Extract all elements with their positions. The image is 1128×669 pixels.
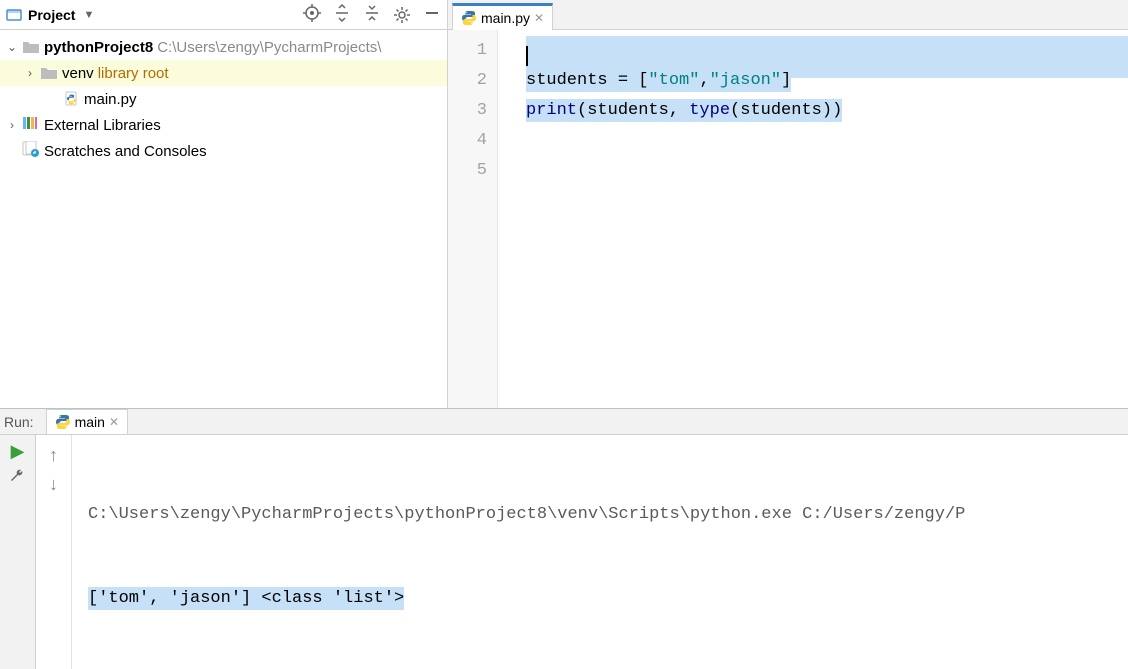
python-file-icon xyxy=(64,91,80,107)
venv-note: library root xyxy=(98,65,169,82)
python-file-icon xyxy=(55,414,71,430)
console-result: ['tom', 'jason'] <class 'list'> xyxy=(88,587,404,610)
run-tab-main[interactable]: main ✕ xyxy=(46,409,128,434)
python-file-icon xyxy=(461,10,477,26)
line-number: 3 xyxy=(448,96,487,126)
line-number: 4 xyxy=(448,126,487,156)
folder-icon xyxy=(40,66,58,80)
line-number: 1 xyxy=(448,36,487,66)
external-libs-label: External Libraries xyxy=(44,117,161,134)
project-path: C:\Users\zengy\PycharmProjects\ xyxy=(157,39,381,56)
tree-external-libs[interactable]: › External Libraries xyxy=(0,112,447,138)
editor-gutter: 1 2 3 4 5 xyxy=(448,30,498,408)
tab-label: main.py xyxy=(481,10,530,26)
tree-root[interactable]: ⌄ pythonProject8 C:\Users\zengy\PycharmP… xyxy=(0,34,447,60)
gear-icon[interactable] xyxy=(393,6,411,24)
collapse-all-icon[interactable] xyxy=(363,4,381,25)
file-name: main.py xyxy=(84,91,137,108)
run-nav-bar: ↑ ↓ xyxy=(36,435,72,669)
editor-panel: main.py ✕ 1 2 3 4 5 students = ["tom","j… xyxy=(448,0,1128,408)
expand-all-icon[interactable] xyxy=(333,4,351,25)
editor-body[interactable]: 1 2 3 4 5 students = ["tom","jason"] pri… xyxy=(448,30,1128,408)
run-body: ▶ ↑ ↓ C:\Users\zengy\PycharmProjects\pyt… xyxy=(0,435,1128,669)
chevron-right-icon[interactable]: › xyxy=(6,118,18,132)
chevron-down-icon[interactable]: ⌄ xyxy=(6,40,18,54)
tree-scratches[interactable]: Scratches and Consoles xyxy=(0,138,447,164)
tree-venv[interactable]: › venv library root xyxy=(0,60,447,86)
project-tool-window: Project ▼ xyxy=(0,0,448,408)
run-panel-label: Run: xyxy=(4,414,40,430)
console-command: C:\Users\zengy\PycharmProjects\pythonPro… xyxy=(88,501,1128,529)
close-icon[interactable]: ✕ xyxy=(534,11,544,25)
locate-icon[interactable] xyxy=(303,4,321,25)
venv-name: venv xyxy=(62,65,94,82)
down-icon[interactable]: ↓ xyxy=(49,474,58,495)
line-number: 2 xyxy=(448,66,487,96)
folder-icon xyxy=(22,40,40,54)
close-icon[interactable]: ✕ xyxy=(109,415,119,429)
code-area[interactable]: students = ["tom","jason"] print(student… xyxy=(498,30,1128,408)
project-name: pythonProject8 xyxy=(44,39,153,56)
up-icon[interactable]: ↑ xyxy=(49,445,58,466)
external-libs-icon xyxy=(22,115,38,135)
run-tool-window: Run: main ✕ ▶ ↑ ↓ C:\Users\zengy\Pycharm… xyxy=(0,408,1128,544)
tree-file-main[interactable]: main.py xyxy=(0,86,447,112)
scratches-icon xyxy=(22,141,40,161)
run-action-bar: ▶ xyxy=(0,435,36,669)
project-window-icon xyxy=(6,7,22,23)
run-tab-label: main xyxy=(75,414,105,430)
editor-tabbar: main.py ✕ xyxy=(448,0,1128,30)
text-cursor xyxy=(526,46,528,66)
wrench-icon[interactable] xyxy=(9,466,27,487)
hide-icon[interactable] xyxy=(423,4,441,25)
rerun-icon[interactable]: ▶ xyxy=(11,441,25,462)
project-panel-title[interactable]: Project xyxy=(28,7,75,23)
chevron-right-icon[interactable]: › xyxy=(24,66,36,80)
scratches-label: Scratches and Consoles xyxy=(44,143,207,160)
run-tabbar: Run: main ✕ xyxy=(0,409,1128,435)
console-output[interactable]: C:\Users\zengy\PycharmProjects\pythonPro… xyxy=(72,435,1128,669)
project-toolbar: Project ▼ xyxy=(0,0,447,30)
project-tree[interactable]: ⌄ pythonProject8 C:\Users\zengy\PycharmP… xyxy=(0,30,447,168)
editor-tab-main[interactable]: main.py ✕ xyxy=(452,3,553,30)
line-number: 5 xyxy=(448,156,487,186)
chevron-down-icon[interactable]: ▼ xyxy=(81,9,96,21)
